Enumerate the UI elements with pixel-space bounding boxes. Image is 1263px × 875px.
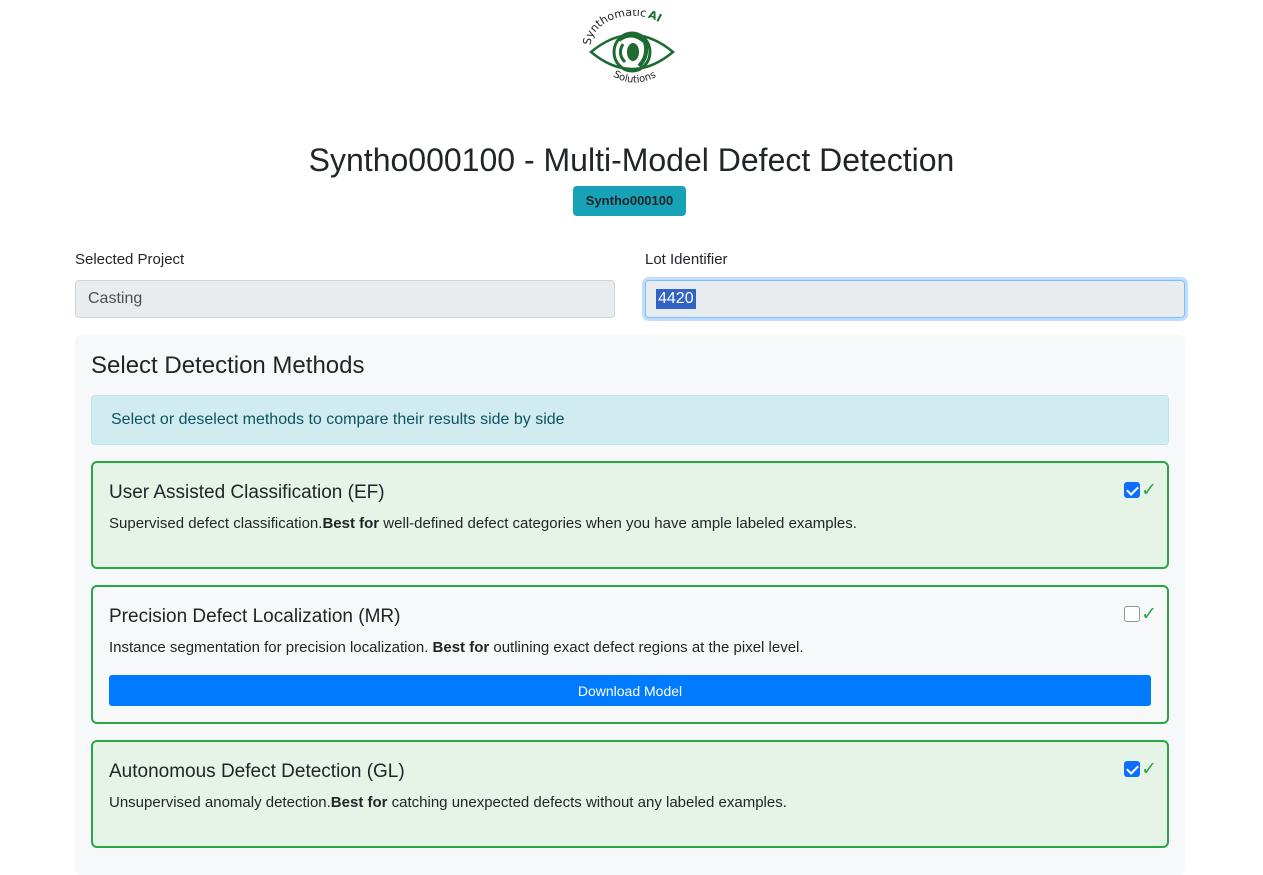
method-description: Supervised defect classification.Best fo… [109,515,857,532]
lot-label: Lot Identifier [645,251,728,268]
page-title: Syntho000100 - Multi-Model Defect Detect… [308,142,955,178]
method-title: Precision Defect Localization (MR) [109,606,401,627]
project-value: Casting [88,290,143,307]
download-model-button[interactable]: Download Model [109,675,1151,706]
method-card-mr[interactable]: Precision Defect Localization (MR) Insta… [91,585,1169,724]
method-checkbox[interactable] [1124,482,1141,498]
logo-accent-text: AI [647,10,664,25]
checkmark-icon: ✓ [1141,479,1157,501]
project-label: Selected Project [75,251,185,268]
methods-panel-title: Select Detection Methods [91,352,365,379]
method-description: Instance segmentation for precision loca… [109,639,804,656]
method-select[interactable]: ✓ [1124,479,1157,501]
lot-value: 4420 [656,289,696,309]
project-badge: Syntho000100 [573,186,686,216]
lot-identifier-input[interactable]: 4420 [645,280,1185,318]
method-checkbox[interactable] [1124,606,1141,622]
method-card-ef[interactable]: User Assisted Classification (EF) Superv… [91,461,1169,569]
checkmark-icon: ✓ [1141,603,1157,625]
eye-logo-icon: SynthomaticAI Solutions [581,10,675,86]
checkmark-icon: ✓ [1141,758,1157,780]
method-description: Unsupervised anomaly detection.Best for … [109,794,787,811]
synthomatic-logo: SynthomaticAI Solutions [577,10,687,92]
info-alert: Select or deselect methods to compare th… [91,395,1169,445]
method-title: Autonomous Defect Detection (GL) [109,761,405,782]
method-select[interactable]: ✓ [1124,758,1157,780]
svg-text:SynthomaticAI: SynthomaticAI [581,10,664,46]
logo-top-text: Synthomatic [581,10,648,46]
project-field[interactable]: Casting [75,280,615,318]
method-title: User Assisted Classification (EF) [109,482,385,503]
method-checkbox[interactable] [1124,761,1141,777]
method-select[interactable]: ✓ [1124,603,1157,625]
method-card-gl[interactable]: Autonomous Defect Detection (GL) Unsuper… [91,740,1169,848]
